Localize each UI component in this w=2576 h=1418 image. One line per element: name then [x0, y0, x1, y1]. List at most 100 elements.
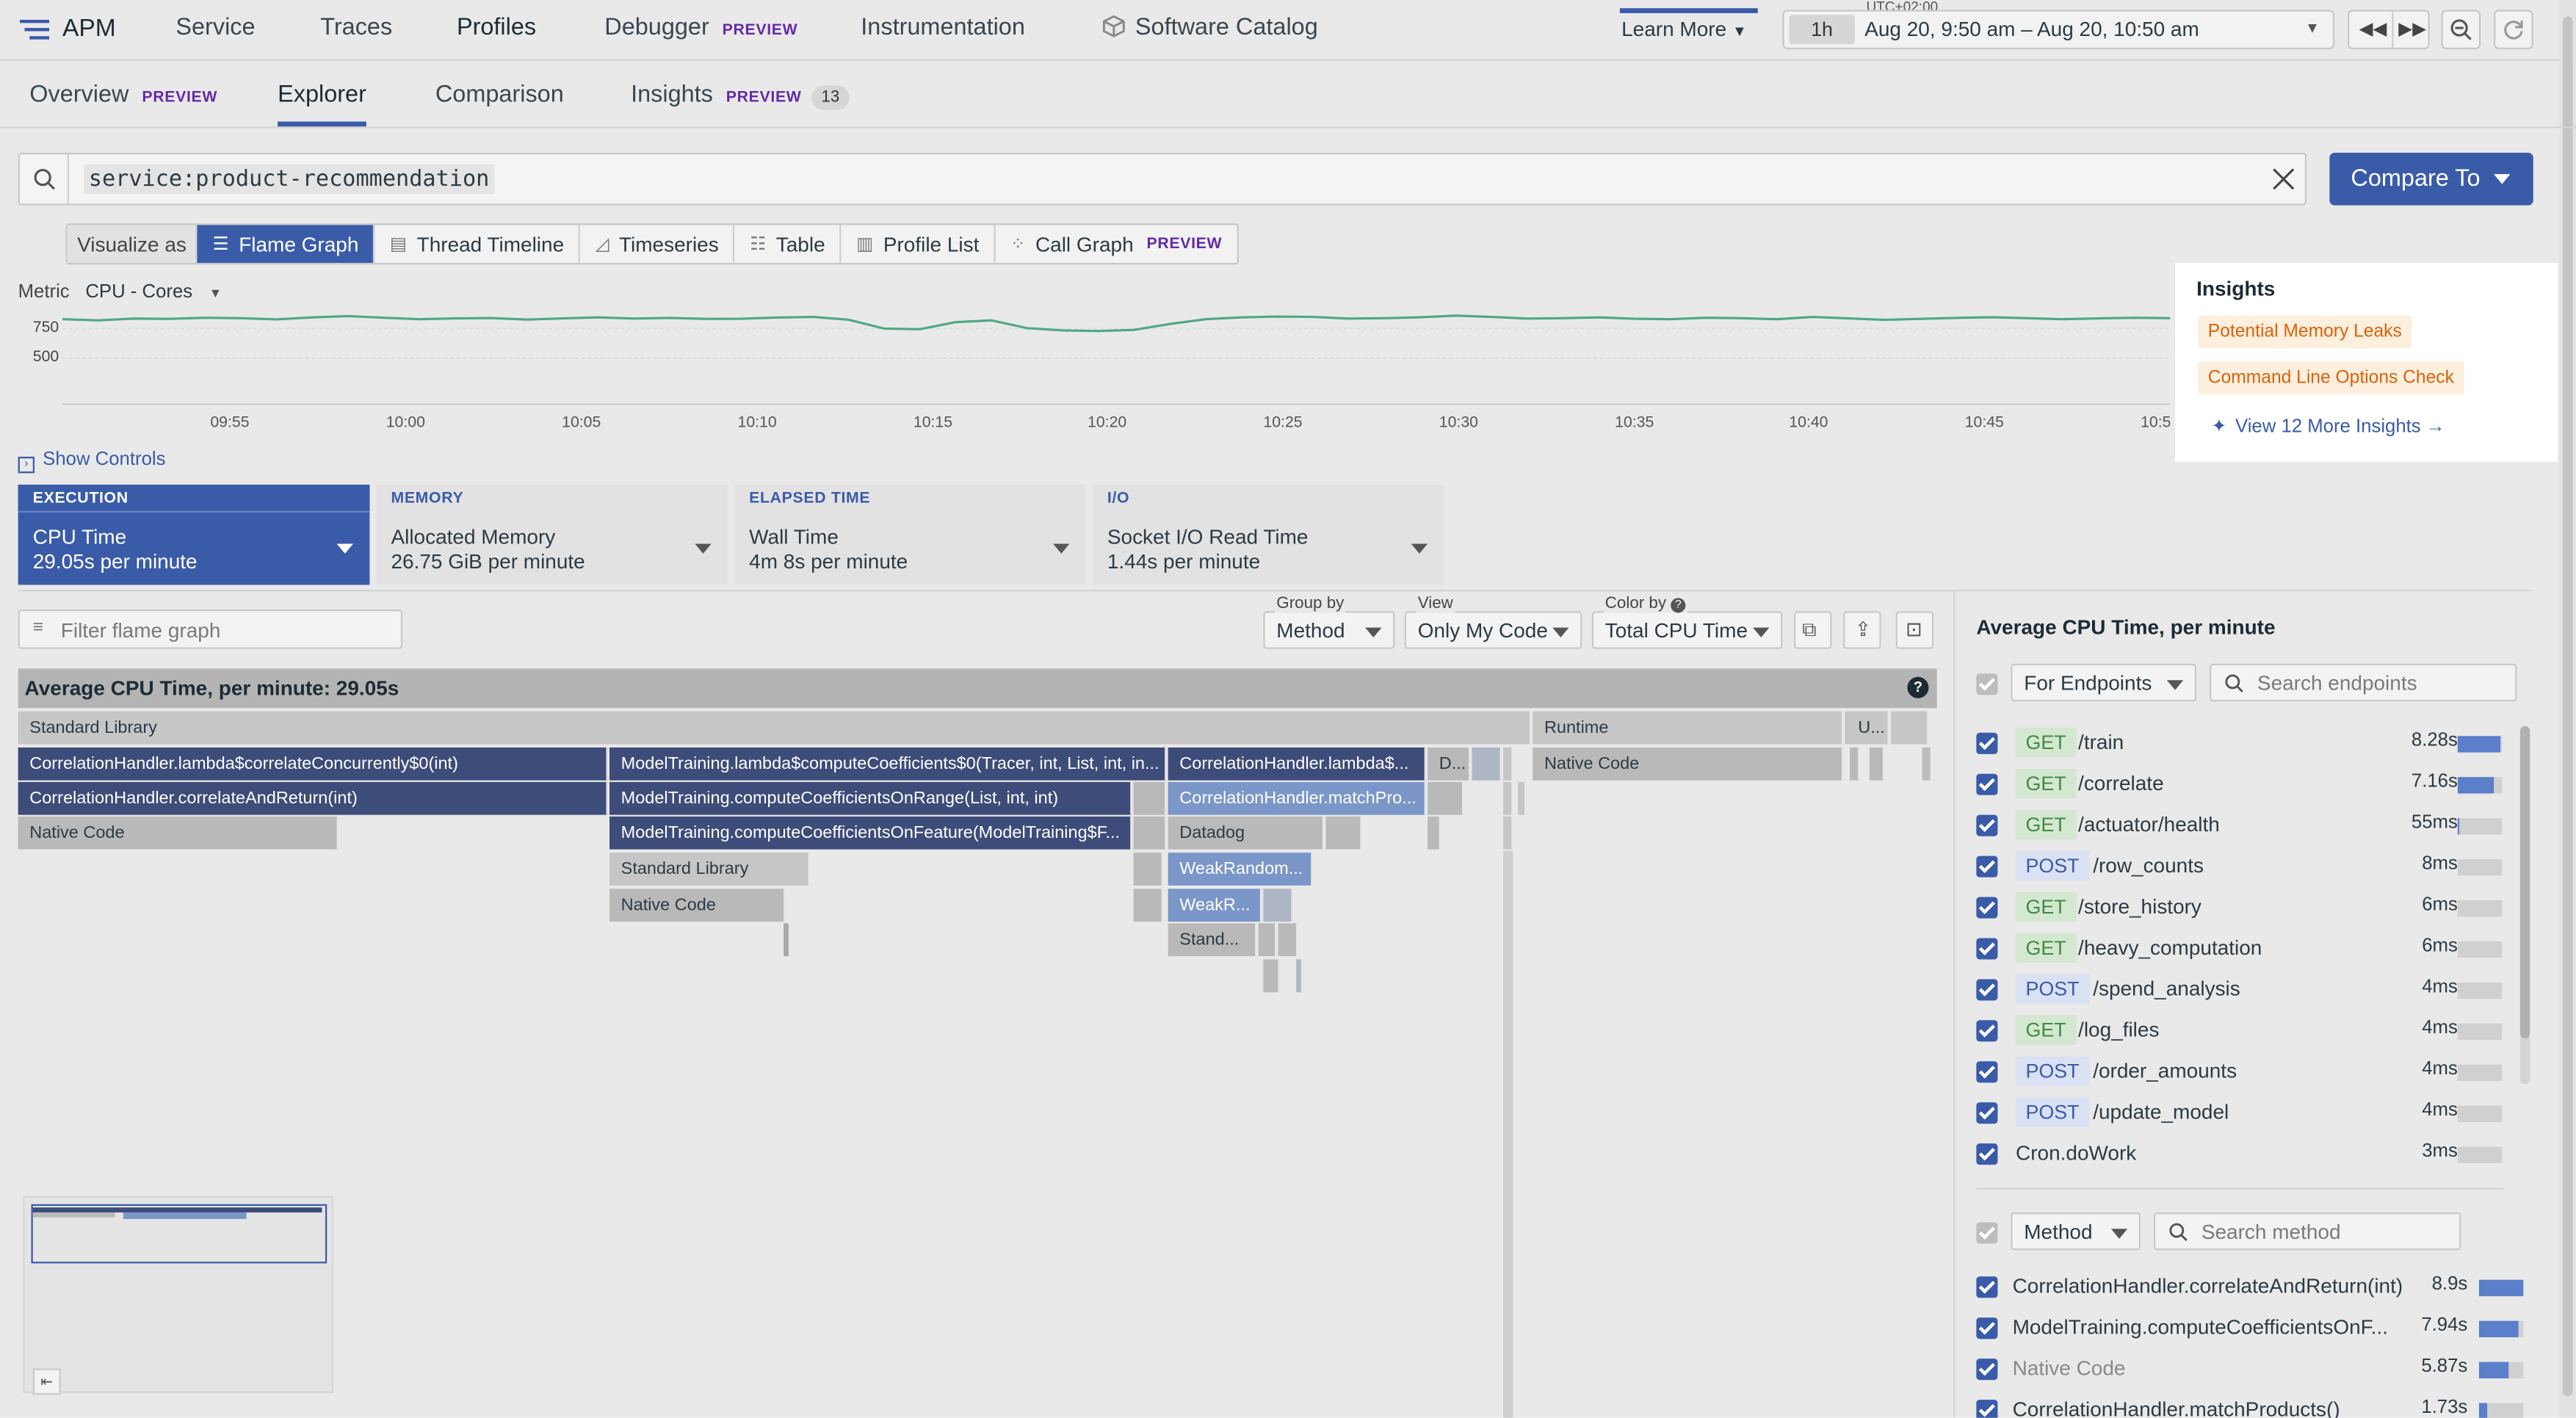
flame-frame[interactable]	[1472, 747, 1502, 781]
endpoint-row[interactable]: GET/correlate 7.16s	[1976, 767, 2503, 803]
view-select[interactable]: View Only My Code	[1404, 594, 1582, 649]
endpoint-checkbox[interactable]	[1976, 855, 1998, 878]
select-all-methods-checkbox[interactable]	[1976, 1222, 1998, 1244]
step-forward-icon[interactable]: ▶▶	[2398, 18, 2426, 40]
flame-frame[interactable]	[1518, 781, 1527, 815]
endpoint-checkbox[interactable]	[1976, 979, 1998, 1001]
flame-frame[interactable]	[1133, 853, 1163, 886]
flame-frame[interactable]	[1850, 747, 1860, 781]
flame-frame[interactable]: D...	[1428, 747, 1471, 781]
show-controls-link[interactable]: › Show Controls	[18, 450, 166, 474]
endpoint-checkbox[interactable]	[1976, 732, 1998, 754]
flame-frame[interactable]: WeakR...	[1168, 889, 1262, 922]
method-checkbox[interactable]	[1976, 1359, 1998, 1381]
flame-frame[interactable]	[1503, 850, 1513, 1418]
endpoint-checkbox[interactable]	[1976, 1143, 1998, 1165]
endpoint-row[interactable]: GET/store_history 6ms	[1976, 891, 2503, 927]
refresh-button[interactable]	[2494, 10, 2533, 50]
search-query[interactable]: service:product-recommendation	[84, 164, 495, 194]
nav-profiles[interactable]: Profiles	[457, 15, 536, 41]
time-range-picker[interactable]: 1h Aug 20, 9:50 am – Aug 20, 10:50 am ▼	[1782, 10, 2335, 50]
flame-frame[interactable]: CorrelationHandler.correlateAndReturn(in…	[18, 781, 608, 815]
flame-frame[interactable]: U...	[1845, 711, 1889, 745]
tab-comparison[interactable]: Comparison	[435, 82, 564, 109]
metric-card-socket-io[interactable]: I/O Socket I/O Read Time 1.44s per minut…	[1092, 484, 1444, 585]
endpoint-row[interactable]: GET/actuator/health 55ms	[1976, 809, 2503, 844]
flame-frame[interactable]: Native Code	[18, 816, 339, 850]
flame-frame[interactable]	[1869, 747, 1885, 781]
flame-frame[interactable]: Native Code	[609, 889, 786, 922]
flame-frame[interactable]: CorrelationHandler.lambda$correlateConcu…	[18, 747, 608, 781]
flame-frame[interactable]: WeakRandom...	[1168, 853, 1313, 886]
flame-frame[interactable]: Native Code	[1533, 747, 1844, 781]
endpoint-row[interactable]: GET/heavy_computation 6ms	[1976, 931, 2503, 967]
compare-to-button[interactable]: Compare To	[2329, 153, 2533, 206]
learn-more-button[interactable]: Learn More ▼	[1621, 18, 1747, 41]
flame-frame[interactable]	[1325, 816, 1362, 850]
metric-card-allocated-memory[interactable]: MEMORY Allocated Memory 26.75 GiB per mi…	[376, 484, 728, 585]
endpoint-checkbox[interactable]	[1976, 1102, 1998, 1124]
help-icon[interactable]: ?	[1907, 676, 1929, 698]
tab-explorer[interactable]: Explorer	[278, 82, 366, 109]
toggle-sidebar-button[interactable]: ⊡	[1895, 611, 1934, 649]
viz-call-graph[interactable]: ⁘ Call Graph PREVIEW	[996, 225, 1237, 262]
flame-frame[interactable]	[1503, 816, 1513, 850]
flame-frame[interactable]: Runtime	[1533, 711, 1844, 745]
color-by-select[interactable]: Color by ? Total CPU Time	[1591, 594, 1783, 649]
flame-frame[interactable]	[1133, 781, 1167, 815]
endpoint-row[interactable]: GET/train 8.28s	[1976, 726, 2503, 762]
method-checkbox[interactable]	[1976, 1276, 1998, 1298]
filter-flame-graph-input[interactable]: ≡ Filter flame graph	[18, 609, 403, 649]
tab-insights[interactable]: Insights PREVIEW 13	[631, 82, 850, 110]
insight-potential-memory-leaks[interactable]: Potential Memory Leaks	[2198, 315, 2412, 349]
endpoint-checkbox[interactable]	[1976, 773, 1998, 795]
flame-frame[interactable]	[1278, 923, 1298, 957]
close-icon[interactable]	[2272, 167, 2295, 190]
search-endpoints-input[interactable]: Search endpoints	[2210, 663, 2517, 702]
endpoint-row[interactable]: Cron.doWork 3ms	[1976, 1137, 2503, 1173]
endpoint-row[interactable]: GET/log_files 4ms	[1976, 1013, 2503, 1049]
method-row[interactable]: CorrelationHandler.correlateAndReturn(in…	[1976, 1270, 2524, 1306]
endpoint-row[interactable]: POST/order_amounts 4ms	[1976, 1055, 2503, 1090]
flame-frame[interactable]	[1258, 923, 1277, 957]
view-more-insights-link[interactable]: ✦ View 12 More Insights →	[2211, 414, 2445, 437]
method-row[interactable]: Native Code 5.87s	[1976, 1352, 2524, 1388]
endpoint-checkbox[interactable]	[1976, 1020, 1998, 1042]
endpoint-checkbox[interactable]	[1976, 1061, 1998, 1083]
compare-view-button[interactable]: ⧉	[1794, 611, 1832, 649]
flame-frame[interactable]	[1133, 816, 1167, 850]
flame-frame[interactable]	[1296, 959, 1303, 993]
flame-frame[interactable]	[1428, 816, 1441, 850]
collapse-minimap-icon[interactable]: ⇤	[32, 1368, 61, 1395]
zoom-out-button[interactable]	[2441, 10, 2481, 50]
method-row[interactable]: CorrelationHandler.matchProducts() 1.73s	[1976, 1393, 2524, 1418]
page-scrollbar[interactable]	[2559, 0, 2576, 1418]
chevron-down-icon[interactable]	[336, 543, 353, 554]
tab-overview[interactable]: Overview PREVIEW	[29, 82, 217, 109]
endpoint-row[interactable]: POST/update_model 4ms	[1976, 1096, 2503, 1132]
viz-profile-list[interactable]: ▥ Profile List	[842, 225, 996, 263]
flame-frame[interactable]	[784, 923, 789, 957]
endpoint-checkbox[interactable]	[1976, 938, 1998, 960]
metric-card-wall-time[interactable]: ELAPSED TIME Wall Time 4m 8s per minute	[734, 484, 1086, 585]
endpoint-row[interactable]: POST/spend_analysis 4ms	[1976, 972, 2503, 1008]
flame-frame[interactable]	[1891, 711, 1929, 745]
search-bar[interactable]: service:product-recommendation	[18, 153, 2307, 206]
nav-instrumentation[interactable]: Instrumentation	[861, 15, 1025, 41]
chevron-down-icon[interactable]	[695, 543, 712, 554]
metric-select[interactable]: CPU - Cores ▼	[85, 283, 222, 303]
flame-frame[interactable]: ModelTraining.lambda$computeCoefficients…	[609, 747, 1167, 781]
endpoint-row[interactable]: POST/row_counts 8ms	[1976, 850, 2503, 886]
nav-traces[interactable]: Traces	[320, 15, 392, 41]
flame-frame[interactable]: Stand...	[1168, 923, 1257, 957]
flame-frame[interactable]	[1133, 889, 1163, 922]
cpu-cores-chart[interactable]	[0, 304, 2171, 419]
export-button[interactable]: ⇪	[1843, 611, 1881, 649]
method-checkbox[interactable]	[1976, 1400, 1998, 1418]
endpoint-filter-select[interactable]: For Endpoints	[2011, 663, 2197, 702]
endpoint-checkbox[interactable]	[1976, 814, 1998, 836]
endpoint-scrollbar[interactable]	[2519, 726, 2530, 1085]
menu-icon[interactable]	[19, 19, 50, 49]
flame-frame[interactable]: CorrelationHandler.lambda$...	[1168, 747, 1426, 781]
select-all-endpoints-checkbox[interactable]	[1976, 673, 1998, 695]
